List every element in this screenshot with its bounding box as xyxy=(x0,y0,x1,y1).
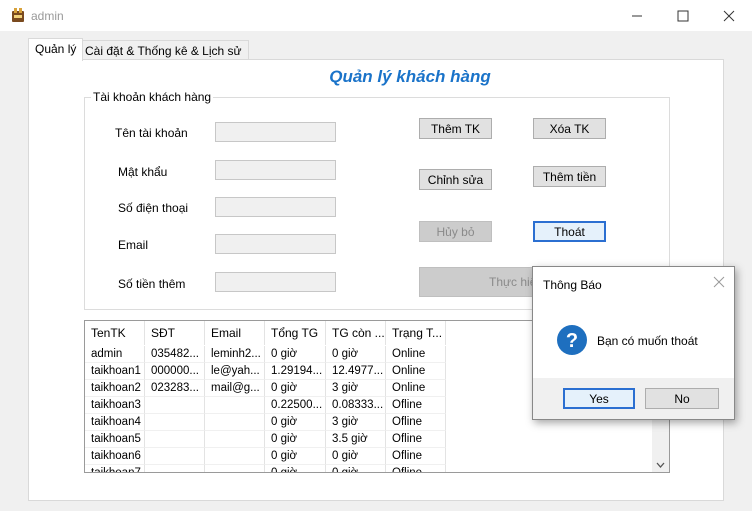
table-cell[interactable]: 3 giờ xyxy=(326,380,386,397)
column-header[interactable]: Tổng TG xyxy=(265,321,326,345)
table-cell[interactable] xyxy=(145,414,205,431)
table-cell[interactable] xyxy=(205,431,265,448)
tab-settings-stats-history[interactable]: Cài đặt & Thống kê & Lịch sử xyxy=(78,40,249,60)
maximize-button[interactable] xyxy=(660,0,706,31)
table-cell[interactable]: 0.22500... xyxy=(265,397,326,414)
no-button[interactable]: No xyxy=(645,388,719,409)
table-cell[interactable]: Online xyxy=(386,380,446,397)
table-cell[interactable]: 023283... xyxy=(145,380,205,397)
maximize-icon xyxy=(677,10,689,21)
table-cell[interactable]: 0.08333... xyxy=(326,397,386,414)
table-cell[interactable]: taikhoan3 xyxy=(85,397,145,414)
amount-input[interactable] xyxy=(215,272,336,292)
question-icon: ? xyxy=(557,325,587,355)
table-cell[interactable]: Ofline xyxy=(386,414,446,431)
groupbox-title: Tài khoản khách hàng xyxy=(91,90,214,104)
table-cell[interactable]: 035482... xyxy=(145,346,205,363)
table-cell[interactable]: Online xyxy=(386,363,446,380)
email-input[interactable] xyxy=(215,234,336,254)
table-cell[interactable] xyxy=(145,465,205,472)
username-input[interactable] xyxy=(215,122,336,142)
table-cell[interactable]: Ofline xyxy=(386,448,446,465)
cancel-button[interactable]: Hủy bỏ xyxy=(419,221,492,242)
column-header[interactable]: Email xyxy=(205,321,265,345)
table-cell[interactable]: taikhoan6 xyxy=(85,448,145,465)
table-cell[interactable] xyxy=(205,448,265,465)
table-cell[interactable]: 0 giờ xyxy=(265,380,326,397)
table-cell[interactable]: 0 giờ xyxy=(265,448,326,465)
table-cell[interactable]: 12.4977... xyxy=(326,363,386,380)
table-cell[interactable]: 0 giờ xyxy=(265,431,326,448)
column-header[interactable]: TG còn ... xyxy=(326,321,386,345)
table-cell[interactable]: 0 giờ xyxy=(265,465,326,472)
message-dialog: Thông Báo ? Bạn có muốn thoát Yes No xyxy=(532,266,735,420)
table-cell[interactable]: Ofline xyxy=(386,431,446,448)
svg-text:?: ? xyxy=(566,330,578,352)
column-header[interactable]: SĐT xyxy=(145,321,205,345)
table-cell[interactable] xyxy=(145,448,205,465)
amount-label: Số tiền thêm xyxy=(118,277,186,291)
table-cell[interactable]: 3 giờ xyxy=(326,414,386,431)
table-cell[interactable]: 0 giờ xyxy=(326,448,386,465)
table-row[interactable]: taikhoan6 0 giờ 0 giờ Ofline xyxy=(85,448,651,465)
table-cell[interactable] xyxy=(205,414,265,431)
minimize-button[interactable] xyxy=(614,0,660,31)
table-cell[interactable]: le@yah... xyxy=(205,363,265,380)
table-cell[interactable]: 0 giờ xyxy=(265,346,326,363)
table-cell[interactable]: taikhoan2 xyxy=(85,380,145,397)
username-label: Tên tài khoản xyxy=(115,126,188,140)
table-cell[interactable]: 000000... xyxy=(145,363,205,380)
edit-button[interactable]: Chỉnh sửa xyxy=(419,169,492,190)
table-cell[interactable]: 0 giờ xyxy=(326,346,386,363)
table-cell[interactable]: 1.29194... xyxy=(265,363,326,380)
app-icon xyxy=(12,8,24,22)
table-cell[interactable]: taikhoan1 xyxy=(85,363,145,380)
scroll-down-icon[interactable] xyxy=(656,462,665,468)
table-cell[interactable]: taikhoan7 xyxy=(85,465,145,472)
table-cell[interactable]: taikhoan5 xyxy=(85,431,145,448)
close-icon xyxy=(723,10,735,21)
email-label: Email xyxy=(118,238,149,252)
dialog-message: Bạn có muốn thoát xyxy=(597,334,698,348)
dialog-title: Thông Báo xyxy=(543,278,602,292)
phone-label: Số điện thoại xyxy=(118,201,189,215)
table-cell[interactable] xyxy=(205,397,265,414)
phone-input[interactable] xyxy=(215,197,336,217)
page-title: Quản lý khách hàng xyxy=(329,67,491,86)
title-bar: admin xyxy=(0,0,752,31)
password-label: Mật khẩu xyxy=(118,165,168,179)
column-header[interactable]: TenTK xyxy=(85,321,145,345)
table-cell[interactable]: leminh2... xyxy=(205,346,265,363)
table-cell[interactable]: 0 giờ xyxy=(265,414,326,431)
yes-button[interactable]: Yes xyxy=(563,388,635,409)
table-cell[interactable] xyxy=(145,397,205,414)
table-cell[interactable] xyxy=(145,431,205,448)
table-cell[interactable]: Online xyxy=(386,346,446,363)
tab-label: Cài đặt & Thống kê & Lịch sử xyxy=(85,44,242,58)
table-cell[interactable]: admin xyxy=(85,346,145,363)
tab-quan-ly[interactable]: Quản lý xyxy=(28,38,84,61)
column-header[interactable]: Trạng T... xyxy=(386,321,446,345)
table-cell[interactable]: mail@g... xyxy=(205,380,265,397)
table-cell[interactable] xyxy=(205,465,265,472)
table-row[interactable]: taikhoan7 0 giờ 0 giờ Ofline xyxy=(85,465,651,472)
table-cell[interactable]: Ofline xyxy=(386,397,446,414)
window-title: admin xyxy=(31,9,64,23)
close-button[interactable] xyxy=(706,0,752,31)
table-row[interactable]: taikhoan5 0 giờ 3.5 giờ Ofline xyxy=(85,431,651,448)
table-cell[interactable]: 0 giờ xyxy=(326,465,386,472)
tab-label: Quản lý xyxy=(35,42,77,56)
exit-button[interactable]: Thoát xyxy=(533,221,606,242)
delete-account-button[interactable]: Xóa TK xyxy=(533,118,606,139)
table-cell[interactable]: taikhoan4 xyxy=(85,414,145,431)
table-cell[interactable]: Ofline xyxy=(386,465,446,472)
table-cell[interactable]: 3.5 giờ xyxy=(326,431,386,448)
close-icon[interactable] xyxy=(712,275,726,289)
minimize-icon xyxy=(632,15,642,16)
add-money-button[interactable]: Thêm tiền xyxy=(533,166,606,187)
add-account-button[interactable]: Thêm TK xyxy=(419,118,492,139)
password-input[interactable] xyxy=(215,160,336,180)
